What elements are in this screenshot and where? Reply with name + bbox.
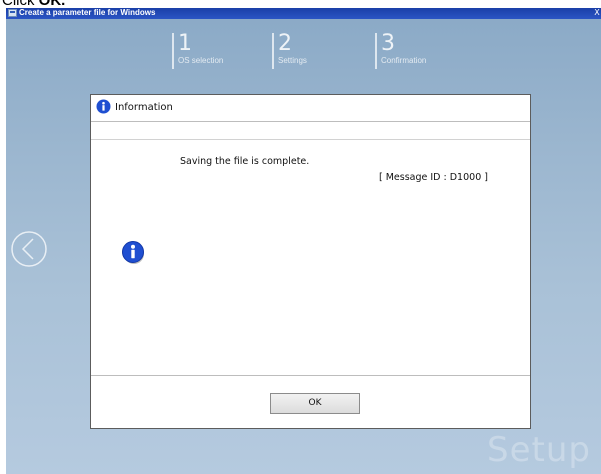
dialog-message: Saving the file is complete. xyxy=(180,156,310,167)
message-id: [ Message ID : D1000 ] xyxy=(379,172,488,183)
setup-window: Create a parameter file for Windows X 1 … xyxy=(6,8,601,474)
dialog-divider xyxy=(91,139,530,140)
step-3: 3 Confirmation xyxy=(375,33,426,69)
window-title: Create a parameter file for Windows xyxy=(19,8,156,17)
dialog-footer-divider xyxy=(91,375,530,376)
ok-button[interactable]: OK xyxy=(270,393,360,414)
title-bar[interactable]: Create a parameter file for Windows X xyxy=(6,8,601,19)
step-2: 2 Settings xyxy=(272,33,307,69)
back-arrow-icon[interactable] xyxy=(10,230,48,268)
step-number: 1 xyxy=(178,31,192,56)
dialog-header: Information xyxy=(91,95,530,122)
info-icon xyxy=(96,99,111,114)
app-window-icon xyxy=(8,9,17,17)
dialog-title: Information xyxy=(115,102,173,113)
information-dialog: Information Saving the file is complete.… xyxy=(90,94,531,429)
setup-watermark: Setup xyxy=(487,430,591,470)
step-number: 2 xyxy=(278,31,292,56)
window-close-button[interactable]: X xyxy=(593,8,601,18)
info-icon xyxy=(122,241,144,264)
step-label: Confirmation xyxy=(381,56,427,65)
step-number: 3 xyxy=(381,31,395,56)
step-1: 1 OS selection xyxy=(172,33,223,69)
step-label: OS selection xyxy=(178,56,224,65)
step-label: Settings xyxy=(278,56,307,65)
